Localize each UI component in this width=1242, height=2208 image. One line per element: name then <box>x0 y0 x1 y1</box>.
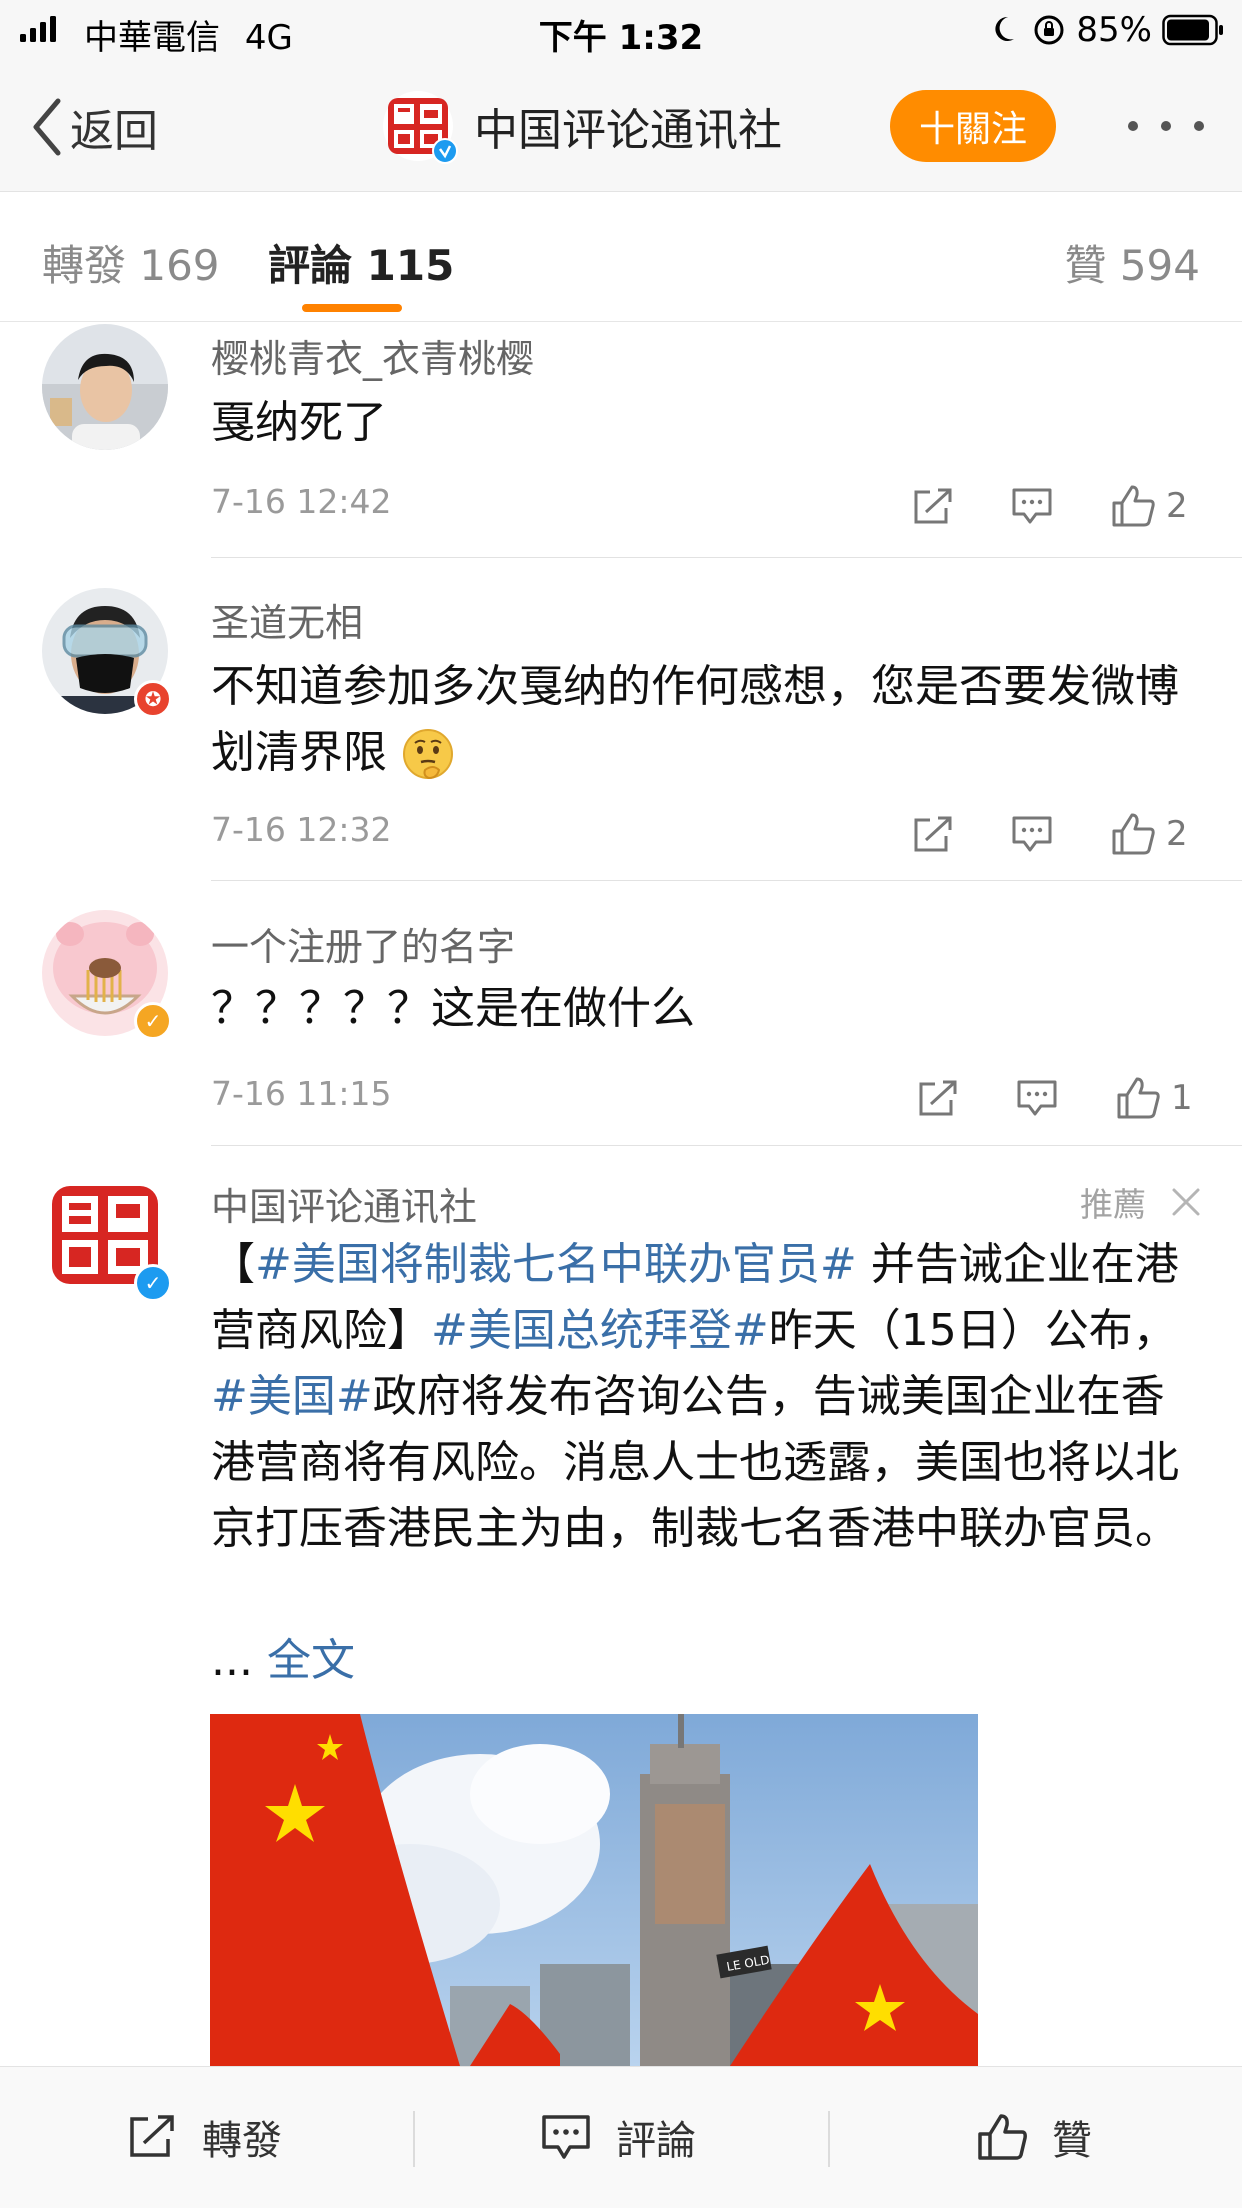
avatar[interactable]: ✪ <box>42 588 172 718</box>
like-count: 1 <box>1171 1078 1193 1118</box>
like-comment-button[interactable]: 2 <box>1110 476 1188 536</box>
user-avatar-photo <box>42 324 168 450</box>
thumbs-up-icon <box>1112 485 1155 527</box>
more-options-button[interactable] <box>1128 106 1204 146</box>
navigation-bar: 返回 中国评论通讯社 十關注 <box>0 62 1242 192</box>
reply-comment-button[interactable] <box>1010 476 1054 536</box>
back-button[interactable]: 返回 <box>30 92 158 162</box>
battery-percentage: 85% <box>1076 10 1152 50</box>
avatar[interactable] <box>42 324 168 450</box>
verified-badge-icon: ✓ <box>134 1264 172 1302</box>
status-bar: 中華電信 4G 下午 1:32 85% <box>0 0 1242 62</box>
account-title: 中国评论通讯社 <box>474 105 782 156</box>
divider <box>211 880 1242 881</box>
thumbs-up-icon <box>978 2114 1027 2160</box>
share-comment-button[interactable] <box>910 476 954 536</box>
more-icon <box>1128 121 1138 131</box>
tab-comments[interactable]: 評論 115 <box>268 232 454 293</box>
back-label: 返回 <box>70 106 158 157</box>
comment-text: ？？？？？这是在做什么 <box>211 983 695 1034</box>
account-header[interactable]: 中国评论通讯社 <box>382 86 782 166</box>
hashtag-link[interactable]: #美国将制裁七名中联办官员# <box>255 1239 857 1290</box>
divider <box>211 557 1242 558</box>
share-comment-button[interactable] <box>915 1068 959 1128</box>
tab-likes[interactable]: 贊 594 <box>1064 232 1200 293</box>
divider <box>211 1145 1242 1146</box>
like-comment-button[interactable]: 1 <box>1115 1068 1193 1128</box>
tab-bar: 轉發 169 評論 115 贊 594 <box>0 192 1242 322</box>
post-text: 【#美国将制裁七名中联办官员# 并告诫企业在港营商风险】#美国总统拜登#昨天（1… <box>211 1232 1206 1562</box>
divider <box>828 2111 830 2167</box>
thumbs-up-icon <box>1117 1077 1160 1119</box>
thinking-face-emoji-icon <box>403 729 453 780</box>
recommended-label: 推薦 <box>1080 1185 1146 1224</box>
member-badge-icon: ✪ <box>134 680 172 718</box>
divider <box>413 2111 415 2167</box>
hong-kong-flags-photo: LE OLD <box>210 1714 978 2066</box>
repost-button[interactable]: 轉發 <box>126 2107 282 2167</box>
like-count: 2 <box>1166 486 1188 526</box>
full-text-link[interactable]: 全文 <box>267 1635 355 1686</box>
hashtag-link[interactable]: #美国# <box>211 1371 373 1422</box>
verified-badge-icon: ✓ <box>134 1002 172 1040</box>
comment-time: 7-16 12:42 <box>211 482 392 521</box>
avatar[interactable]: ✓ <box>42 1172 172 1302</box>
do-not-disturb-moon-icon <box>995 16 1015 41</box>
post-image[interactable]: LE OLD <box>210 1714 978 2066</box>
comment-bubble-icon <box>1017 1080 1057 1116</box>
share-icon <box>914 816 952 852</box>
comment-text: 不知道参加多次戛纳的作何感想，您是否要发微博划清界限 <box>211 661 1179 778</box>
active-tab-indicator <box>302 304 402 312</box>
reply-comment-button[interactable] <box>1010 804 1054 864</box>
account-logo <box>382 90 458 164</box>
share-icon <box>130 2115 174 2157</box>
tab-reposts[interactable]: 轉發 169 <box>42 232 220 293</box>
share-comment-button[interactable] <box>910 804 954 864</box>
comment-author[interactable]: 樱桃青衣_衣青桃樱 <box>211 328 534 383</box>
repost-label: 轉發 <box>202 2118 282 2164</box>
post-text-segment: 昨天（15日）公布， <box>768 1305 1177 1356</box>
comment-button[interactable]: 評論 <box>540 2107 696 2167</box>
orientation-lock-icon <box>1034 15 1064 45</box>
thumbs-up-icon <box>1112 813 1155 855</box>
reply-comment-button[interactable] <box>1015 1068 1059 1128</box>
chevron-left-icon <box>33 98 61 156</box>
ellipsis: ... <box>211 1635 253 1686</box>
post-text-segment: 【 <box>211 1239 255 1290</box>
like-count: 2 <box>1166 814 1188 854</box>
comment-text: 戛纳死了 <box>211 397 387 448</box>
comment-author[interactable]: 一个注册了的名字 <box>211 916 515 971</box>
share-icon <box>914 488 952 524</box>
follow-label: 十關注 <box>918 109 1027 150</box>
comment-author[interactable]: 圣道无相 <box>211 592 363 647</box>
comment-time: 7-16 11:15 <box>211 1074 392 1113</box>
comment-bubble-icon <box>1012 816 1052 852</box>
like-comment-button[interactable]: 2 <box>1110 804 1188 864</box>
comment-bubble-icon <box>542 2115 590 2159</box>
like-button[interactable]: 贊 <box>976 2107 1092 2167</box>
like-label: 贊 <box>1052 2118 1092 2164</box>
battery-icon <box>1162 14 1223 46</box>
close-icon[interactable] <box>1168 1184 1204 1220</box>
comment-bubble-icon <box>1012 488 1052 524</box>
verified-badge-icon <box>432 138 458 164</box>
post-author[interactable]: 中国评论通讯社 <box>211 1176 477 1231</box>
share-icon <box>919 1080 957 1116</box>
bottom-action-bar: 轉發 評論 贊 <box>0 2066 1242 2208</box>
comment-label: 評論 <box>616 2118 696 2164</box>
avatar[interactable]: ✓ <box>42 910 172 1040</box>
comment-time: 7-16 12:32 <box>211 810 392 849</box>
follow-button[interactable]: 十關注 <box>890 90 1056 162</box>
hashtag-link[interactable]: #美国总统拜登# <box>431 1305 769 1356</box>
